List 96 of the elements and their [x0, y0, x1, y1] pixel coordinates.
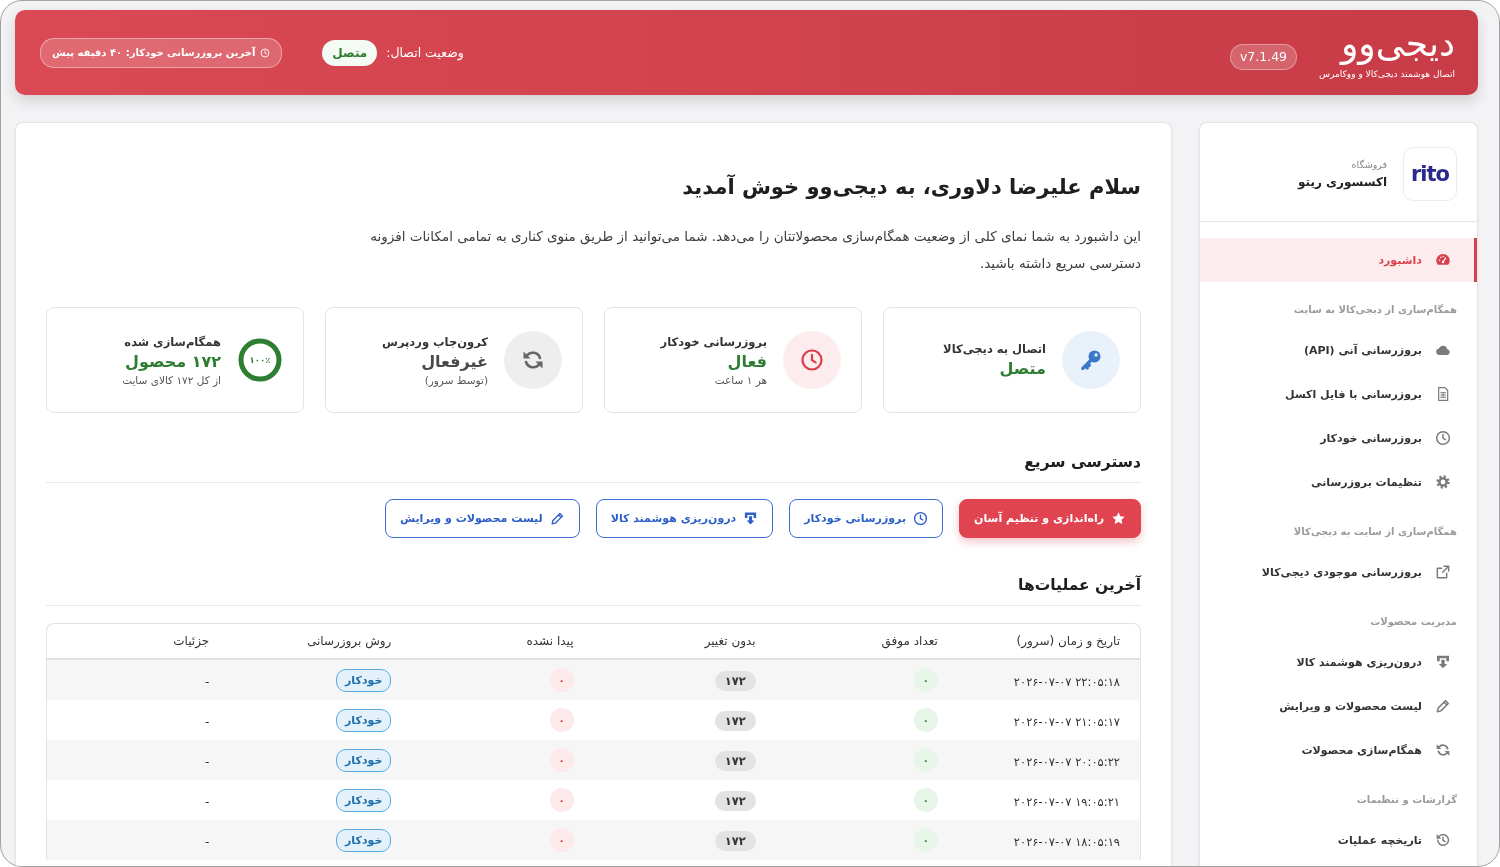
spreadsheet-icon	[1435, 386, 1451, 402]
brand-logo: دیجی‌وو	[1340, 25, 1455, 63]
sidebar-item[interactable]: همگام‌سازی محصولات	[1200, 728, 1477, 772]
not-found-count-badge: ۰	[549, 748, 574, 772]
quick-access-button[interactable]: لیست محصولات و ویرایش	[384, 499, 580, 538]
column-header: تاریخ و زمان (سرور)	[1016, 634, 1120, 648]
quick-access-button[interactable]: درون‌ریزی هوشمند کالا	[595, 499, 774, 538]
sidebar-item[interactable]: بروزرسانی آنی (API)	[1200, 328, 1477, 372]
sidebar-section-heading: گزارشات و تنظیمات	[1355, 793, 1458, 808]
sidebar-item[interactable]: بروزرسانی موجودی دیجی‌کالا	[1200, 550, 1477, 594]
sidebar-item[interactable]: بروزرسانی با فایل اکسل	[1200, 372, 1477, 416]
stat-value: ۱۷۲ محصول	[125, 351, 221, 371]
store-logo: rito	[1403, 147, 1457, 201]
pencil-icon	[549, 511, 565, 526]
success-count-badge: ۰	[913, 828, 938, 852]
last-update-text: آخرین بروزرسانی خودکار: ۴۰ دقیقه پیش	[52, 45, 256, 61]
quick-access-button[interactable]: بروزرسانی خودکار	[789, 499, 944, 538]
download-tray-icon	[1435, 654, 1451, 670]
gauge-icon	[1435, 252, 1451, 268]
sync-icon	[504, 331, 562, 389]
pencil-icon	[1435, 698, 1451, 714]
sidebar-item[interactable]: داشبورد	[1200, 238, 1477, 282]
connection-label: وضعیت اتصال:	[386, 45, 464, 60]
stat-note: (توسط سرور)	[424, 373, 488, 386]
download-tray-icon	[743, 511, 759, 526]
date-time-text: ۲۰۲۶-۰۷-۰۷ ۱۹:۰۵:۲۱	[1013, 794, 1120, 809]
unchanged-count-badge: ۱۷۲	[714, 670, 756, 691]
date-time-text: ۲۰۲۶-۰۷-۰۷ ۲۲:۰۵:۱۸	[1013, 674, 1120, 689]
details-text: -	[204, 714, 210, 729]
sidebar-section-heading: همگام‌سازی از سایت به دیجی‌کالا	[1292, 525, 1458, 540]
update-method-badge: خودکار	[336, 748, 392, 772]
details-text: -	[204, 754, 210, 769]
unchanged-count-badge: ۱۷۲	[714, 750, 756, 771]
update-method-badge: خودکار	[336, 828, 392, 852]
success-count-badge: ۰	[913, 748, 938, 772]
section-title: دسترسی سریع	[46, 450, 1141, 483]
unchanged-count-badge: ۱۷۲	[714, 830, 756, 851]
success-count-badge: ۰	[913, 708, 938, 732]
welcome-text: این داشبورد به شما نمای کلی از وضعیت همگام‌سازی محصولاتتان را می‌دهد. شما می‌توانید از طریق منوی کناری به تمامی امکانات افزونه دسترسی سریع داشته باشید.	[369, 227, 1141, 274]
update-method-badge: خودکار	[336, 708, 392, 732]
unchanged-count-badge: ۱۷۲	[714, 710, 756, 731]
not-found-count-badge: ۰	[549, 828, 574, 852]
version-badge: v7.1.49	[1229, 43, 1298, 70]
update-method-badge: خودکار	[336, 788, 392, 812]
stat-label: اتصال به دیجی‌کالا	[943, 342, 1046, 356]
stat-value: فعال	[727, 351, 767, 371]
stat-note: از کل ۱۷۲ کالای سایت	[122, 373, 221, 386]
update-method-badge: خودکار	[336, 668, 392, 692]
unchanged-count-badge: ۱۷۲	[714, 790, 756, 811]
stat-label: بروزرسانی خودکار	[660, 334, 767, 349]
clock-icon	[913, 511, 929, 526]
sidebar-item[interactable]: بروزرسانی خودکار	[1200, 416, 1477, 460]
external-link-icon	[1435, 564, 1451, 580]
quick-access-button[interactable]: راه‌اندازی و تنظیم آسان	[959, 499, 1141, 538]
sync-icon	[1435, 742, 1451, 758]
connection-status-badge: متصل	[322, 39, 378, 66]
not-found-count-badge: ۰	[549, 788, 574, 812]
stat-label: همگام‌سازی شده	[124, 334, 221, 349]
stat-note: هر ۱ ساعت	[714, 373, 767, 386]
key-icon	[1062, 331, 1120, 389]
sidebar-item[interactable]: لیست محصولات و ویرایش	[1200, 684, 1477, 728]
sidebar-section-heading: مدیریت محصولات	[1369, 615, 1458, 629]
details-text: -	[204, 794, 210, 809]
section-title: آخرین عملیات‌ها	[46, 573, 1141, 606]
date-time-text: ۲۰۲۶-۰۷-۰۷ ۲۱:۰۵:۱۷	[1013, 714, 1120, 729]
column-header: روش بروزرسانی	[306, 634, 392, 648]
date-time-text: ۲۰۲۶-۰۷-۰۷ ۱۸:۰۵:۱۹	[1013, 834, 1120, 849]
store-caption: فروشگاه	[1351, 159, 1387, 170]
welcome-title: سلام علیرضا دلاوری، به دیجی‌وو خوش آمدید	[681, 173, 1141, 201]
stat-label: کرون‌جاب وردپرس	[382, 334, 488, 349]
column-header: تعداد موفق	[881, 634, 938, 648]
store-name: اکسسوری ریتو	[1298, 175, 1387, 189]
clock-icon	[783, 331, 841, 389]
settings-icon	[1435, 474, 1451, 490]
brand-tagline: اتصال هوشمند دیجی‌کالا و ووکامرس	[1319, 68, 1455, 80]
success-count-badge: ۰	[913, 668, 938, 692]
star-icon	[1111, 511, 1126, 526]
sidebar-item[interactable]: درون‌ریزی هوشمند کالا	[1200, 640, 1477, 684]
details-text: -	[204, 674, 210, 689]
history-icon	[1435, 832, 1451, 848]
not-found-count-badge: ۰	[549, 668, 574, 692]
details-text: -	[204, 834, 210, 849]
column-header: پیدا نشده	[526, 634, 574, 648]
date-time-text: ۲۰۲۶-۰۷-۰۷ ۲۰:۰۵:۲۲	[1013, 754, 1120, 769]
column-header: بدون تغییر	[704, 634, 756, 648]
not-found-count-badge: ۰	[549, 708, 574, 732]
clock-icon	[260, 47, 271, 58]
sidebar-section-heading: همگام‌سازی از دیجی‌کالا به سایت	[1292, 303, 1458, 318]
sidebar-item[interactable]: تنظیمات بروزرسانی	[1200, 460, 1477, 504]
stat-value: غیرفعال	[421, 351, 488, 371]
success-count-badge: ۰	[913, 788, 938, 812]
sidebar-item[interactable]: تاریخچه عملیات	[1200, 818, 1477, 862]
column-header: جزئیات	[173, 634, 210, 648]
stat-value: متصل	[999, 359, 1046, 378]
progress-percent: ۱۰۰٪	[249, 355, 271, 365]
clock-icon	[1435, 430, 1451, 446]
